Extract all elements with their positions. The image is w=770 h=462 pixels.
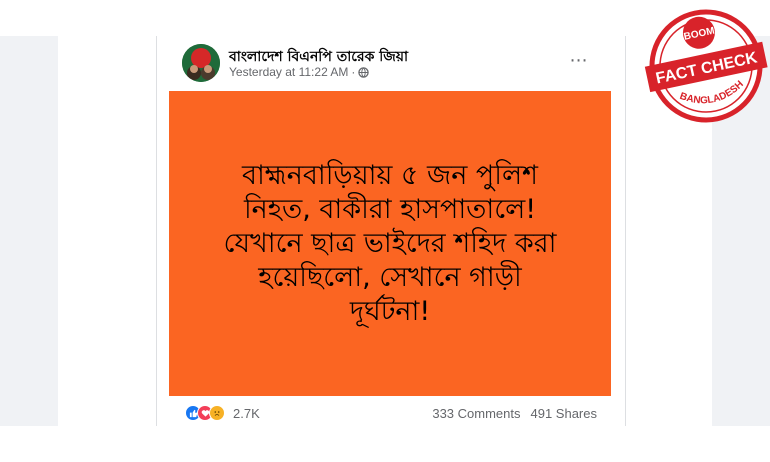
sad-icon [209, 405, 225, 421]
reactions-summary[interactable]: 2.7K [185, 405, 260, 421]
left-margin [58, 36, 156, 426]
fact-check-stamp: BOOM FACT CHECK BANGLADESH [644, 4, 768, 128]
post-timestamp[interactable]: Yesterday at 11:22 AM [229, 65, 348, 79]
post-text-line: বাহ্মনবাড়িয়ায় ৫ জন পুলিশ [241, 159, 539, 191]
facebook-post-card: বাংলাদেশ বিএনপি তারেক জিয়া Yesterday at… [156, 36, 626, 426]
more-options-icon[interactable]: ⋯ [565, 50, 593, 70]
reaction-icons [185, 405, 225, 421]
reaction-count: 2.7K [233, 405, 260, 421]
post-text-line: দূর্ঘটনা! [349, 295, 431, 327]
comments-count-link[interactable]: 333 Comments [432, 406, 520, 421]
shares-count-link[interactable]: 491 Shares [531, 406, 598, 421]
globe-icon [358, 66, 370, 78]
post-meta: Yesterday at 11:22 AM · [229, 65, 370, 79]
meta-separator: · [351, 65, 356, 79]
post-text-line: যেখানে ছাত্র ভাইদের শহিদ করা [223, 227, 557, 259]
page-avatar[interactable] [182, 44, 220, 82]
post-text-line: হয়েছিলো, সেখানে গাড়ী [258, 261, 522, 293]
post-text-line: নিহত, বাকীরা হাসপাতালে! [243, 193, 537, 225]
post-image-panel[interactable]: বাহ্মনবাড়িয়ায় ৫ জন পুলিশ নিহত, বাকীরা… [169, 91, 611, 396]
engagement-counts: 333 Comments 491 Shares [432, 406, 597, 421]
post-text: বাহ্মনবাড়িয়ায় ৫ জন পুলিশ নিহত, বাকীরা… [169, 159, 611, 329]
